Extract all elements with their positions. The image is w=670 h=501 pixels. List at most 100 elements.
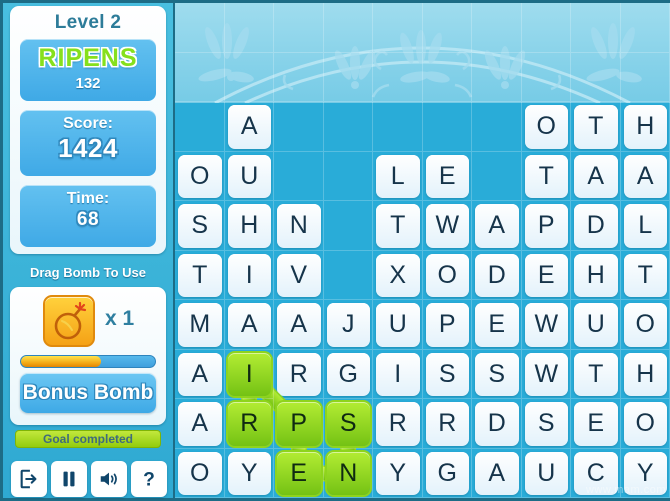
grid-cell[interactable]: O — [175, 151, 225, 201]
letter-tile[interactable]: G — [326, 352, 370, 396]
letter-tile[interactable]: O — [178, 451, 222, 495]
grid-cell[interactable]: A — [175, 399, 225, 449]
letter-tile[interactable]: H — [227, 204, 271, 248]
letter-tile[interactable]: X — [376, 253, 420, 297]
grid-cell[interactable]: V — [274, 250, 324, 300]
letter-tile[interactable]: H — [623, 105, 667, 149]
grid-cell[interactable]: I — [224, 250, 274, 300]
grid-cell[interactable]: A — [224, 300, 274, 350]
grid-cell[interactable]: O — [422, 250, 472, 300]
letter-tile[interactable]: T — [178, 253, 222, 297]
letter-tile[interactable]: I — [227, 253, 271, 297]
exit-button[interactable] — [11, 461, 47, 497]
letter-tile[interactable]: D — [475, 402, 519, 446]
grid-cell[interactable]: W — [521, 349, 571, 399]
grid-cell[interactable]: D — [472, 250, 522, 300]
letter-tile[interactable]: O — [425, 253, 469, 297]
letter-tile[interactable]: U — [227, 154, 271, 198]
letter-tile[interactable]: W — [524, 303, 568, 347]
grid-cell[interactable]: T — [571, 102, 621, 152]
grid-cell[interactable]: G — [422, 448, 472, 498]
letter-tile[interactable]: A — [277, 303, 321, 347]
grid-cell[interactable]: L — [620, 201, 670, 251]
grid-cell[interactable]: L — [373, 151, 423, 201]
grid-cell[interactable]: I — [373, 349, 423, 399]
letter-tile[interactable]: Y — [227, 451, 271, 495]
grid-cell[interactable]: O — [521, 102, 571, 152]
letter-tile[interactable]: E — [425, 154, 469, 198]
letter-tile[interactable]: W — [524, 352, 568, 396]
letter-tile[interactable]: A — [475, 204, 519, 248]
grid-cell[interactable]: A — [472, 201, 522, 251]
grid-cell[interactable]: U — [571, 300, 621, 350]
letter-tile[interactable]: O — [623, 402, 667, 446]
grid-cell[interactable]: E — [422, 151, 472, 201]
letter-tile[interactable]: A — [574, 154, 618, 198]
letter-tile[interactable]: P — [524, 204, 568, 248]
grid-cell[interactable]: T — [571, 349, 621, 399]
letter-tile[interactable]: H — [574, 253, 618, 297]
letter-tile[interactable]: E — [277, 451, 321, 495]
letter-tile[interactable]: A — [178, 352, 222, 396]
grid-cell[interactable]: E — [472, 300, 522, 350]
grid-cell[interactable]: U — [224, 151, 274, 201]
letter-tile[interactable]: N — [277, 204, 321, 248]
letter-tile[interactable]: L — [623, 204, 667, 248]
sound-button[interactable] — [91, 461, 127, 497]
grid-cell[interactable]: I — [224, 349, 274, 399]
letter-tile[interactable]: R — [227, 402, 271, 446]
letter-tile[interactable]: O — [623, 303, 667, 347]
grid-cell[interactable]: A — [620, 151, 670, 201]
grid-cell[interactable]: J — [323, 300, 373, 350]
grid-cell[interactable]: N — [274, 201, 324, 251]
letter-tile[interactable]: E — [574, 402, 618, 446]
grid-cell[interactable]: T — [620, 250, 670, 300]
grid-cell[interactable]: W — [422, 201, 472, 251]
grid-cell[interactable]: S — [323, 399, 373, 449]
grid-cell[interactable]: O — [620, 300, 670, 350]
letter-tile[interactable]: T — [574, 352, 618, 396]
grid-cell[interactable]: E — [274, 448, 324, 498]
letter-tile[interactable]: H — [623, 352, 667, 396]
bonus-bomb-button[interactable]: Bonus Bomb — [20, 373, 156, 413]
grid-cell[interactable]: T — [373, 201, 423, 251]
letter-tile[interactable]: Y — [376, 451, 420, 495]
grid-cell[interactable]: R — [373, 399, 423, 449]
grid-cell[interactable]: A — [472, 448, 522, 498]
letter-tile[interactable]: A — [227, 105, 271, 149]
grid-cell[interactable]: R — [224, 399, 274, 449]
letter-tile[interactable]: T — [524, 154, 568, 198]
letter-tile[interactable]: D — [574, 204, 618, 248]
game-board[interactable]: AOTHOULETAASHNTWAPDLTIVXODEHTMAAJUPEWUOA… — [173, 3, 670, 498]
letter-tile[interactable]: S — [425, 352, 469, 396]
grid-cell[interactable]: Y — [373, 448, 423, 498]
grid-cell[interactable]: N — [323, 448, 373, 498]
grid-cell[interactable]: E — [521, 250, 571, 300]
letter-tile[interactable]: T — [376, 204, 420, 248]
letter-tile[interactable]: J — [326, 303, 370, 347]
grid-cell[interactable]: P — [274, 399, 324, 449]
letter-tile[interactable]: O — [524, 105, 568, 149]
letter-tile[interactable]: R — [277, 352, 321, 396]
grid-cell[interactable]: U — [373, 300, 423, 350]
letter-tile[interactable]: S — [326, 402, 370, 446]
grid-cell[interactable]: H — [224, 201, 274, 251]
grid-cell[interactable]: A — [175, 349, 225, 399]
grid-cell[interactable]: A — [571, 151, 621, 201]
grid-cell[interactable]: S — [472, 349, 522, 399]
letter-tile[interactable]: P — [277, 402, 321, 446]
grid-cell[interactable]: D — [472, 399, 522, 449]
letter-tile[interactable]: G — [425, 451, 469, 495]
letter-tile[interactable]: M — [178, 303, 222, 347]
letter-tile[interactable]: N — [326, 451, 370, 495]
letter-tile[interactable]: W — [425, 204, 469, 248]
letter-tile[interactable]: U — [574, 303, 618, 347]
grid-cell[interactable]: P — [521, 201, 571, 251]
letter-tile[interactable]: U — [524, 451, 568, 495]
grid-cell[interactable]: S — [422, 349, 472, 399]
letter-tile[interactable]: P — [425, 303, 469, 347]
letter-tile[interactable]: R — [425, 402, 469, 446]
letter-tile[interactable]: I — [376, 352, 420, 396]
letter-tile[interactable]: A — [475, 451, 519, 495]
grid-cell[interactable]: S — [521, 399, 571, 449]
